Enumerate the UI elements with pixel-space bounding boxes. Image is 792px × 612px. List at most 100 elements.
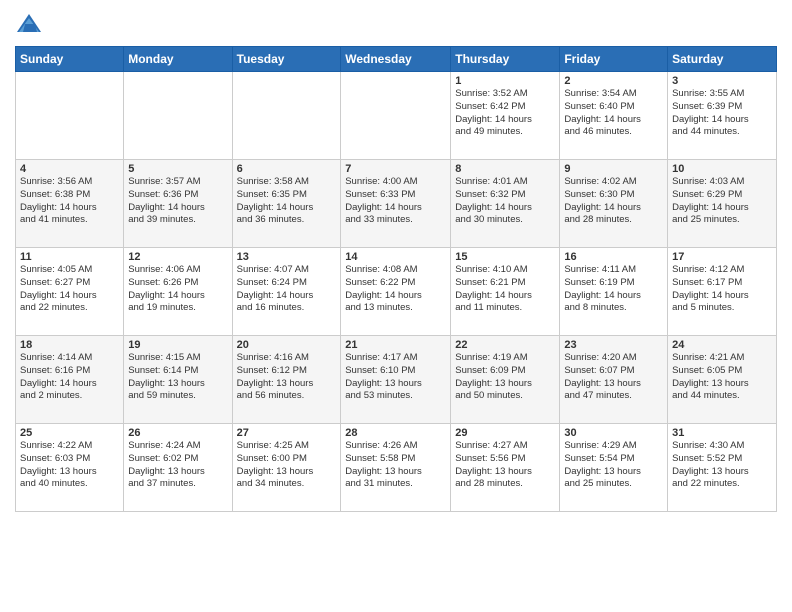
day-info: Sunrise: 4:06 AM Sunset: 6:26 PM Dayligh… xyxy=(128,264,227,315)
calendar-cell: 10Sunrise: 4:03 AM Sunset: 6:29 PM Dayli… xyxy=(668,160,777,248)
day-number: 2 xyxy=(564,75,663,87)
day-number: 6 xyxy=(237,163,337,175)
weekday-header-friday: Friday xyxy=(560,47,668,72)
calendar-cell: 26Sunrise: 4:24 AM Sunset: 6:02 PM Dayli… xyxy=(124,424,232,512)
day-info: Sunrise: 4:22 AM Sunset: 6:03 PM Dayligh… xyxy=(20,440,119,491)
week-row-5: 25Sunrise: 4:22 AM Sunset: 6:03 PM Dayli… xyxy=(16,424,777,512)
day-number: 18 xyxy=(20,339,119,351)
calendar-cell: 17Sunrise: 4:12 AM Sunset: 6:17 PM Dayli… xyxy=(668,248,777,336)
day-info: Sunrise: 4:27 AM Sunset: 5:56 PM Dayligh… xyxy=(455,440,555,491)
calendar-cell: 11Sunrise: 4:05 AM Sunset: 6:27 PM Dayli… xyxy=(16,248,124,336)
day-info: Sunrise: 4:03 AM Sunset: 6:29 PM Dayligh… xyxy=(672,176,772,227)
week-row-1: 1Sunrise: 3:52 AM Sunset: 6:42 PM Daylig… xyxy=(16,72,777,160)
day-number: 22 xyxy=(455,339,555,351)
logo-icon xyxy=(15,10,43,38)
calendar-cell: 3Sunrise: 3:55 AM Sunset: 6:39 PM Daylig… xyxy=(668,72,777,160)
day-info: Sunrise: 4:29 AM Sunset: 5:54 PM Dayligh… xyxy=(564,440,663,491)
day-number: 12 xyxy=(128,251,227,263)
day-info: Sunrise: 4:07 AM Sunset: 6:24 PM Dayligh… xyxy=(237,264,337,315)
day-number: 16 xyxy=(564,251,663,263)
day-info: Sunrise: 4:16 AM Sunset: 6:12 PM Dayligh… xyxy=(237,352,337,403)
day-number: 27 xyxy=(237,427,337,439)
day-info: Sunrise: 3:56 AM Sunset: 6:38 PM Dayligh… xyxy=(20,176,119,227)
header xyxy=(15,10,777,38)
day-info: Sunrise: 3:58 AM Sunset: 6:35 PM Dayligh… xyxy=(237,176,337,227)
day-number: 13 xyxy=(237,251,337,263)
calendar-cell: 18Sunrise: 4:14 AM Sunset: 6:16 PM Dayli… xyxy=(16,336,124,424)
day-number: 29 xyxy=(455,427,555,439)
calendar-cell xyxy=(341,72,451,160)
day-number: 15 xyxy=(455,251,555,263)
day-number: 24 xyxy=(672,339,772,351)
calendar-cell: 27Sunrise: 4:25 AM Sunset: 6:00 PM Dayli… xyxy=(232,424,341,512)
day-number: 20 xyxy=(237,339,337,351)
calendar-cell: 13Sunrise: 4:07 AM Sunset: 6:24 PM Dayli… xyxy=(232,248,341,336)
day-number: 31 xyxy=(672,427,772,439)
day-info: Sunrise: 3:55 AM Sunset: 6:39 PM Dayligh… xyxy=(672,88,772,139)
calendar-cell: 25Sunrise: 4:22 AM Sunset: 6:03 PM Dayli… xyxy=(16,424,124,512)
weekday-header-monday: Monday xyxy=(124,47,232,72)
day-number: 1 xyxy=(455,75,555,87)
day-info: Sunrise: 4:00 AM Sunset: 6:33 PM Dayligh… xyxy=(345,176,446,227)
day-number: 26 xyxy=(128,427,227,439)
calendar-cell xyxy=(16,72,124,160)
day-info: Sunrise: 4:21 AM Sunset: 6:05 PM Dayligh… xyxy=(672,352,772,403)
calendar-cell xyxy=(124,72,232,160)
week-row-3: 11Sunrise: 4:05 AM Sunset: 6:27 PM Dayli… xyxy=(16,248,777,336)
day-info: Sunrise: 4:02 AM Sunset: 6:30 PM Dayligh… xyxy=(564,176,663,227)
weekday-header-thursday: Thursday xyxy=(451,47,560,72)
day-info: Sunrise: 4:05 AM Sunset: 6:27 PM Dayligh… xyxy=(20,264,119,315)
day-info: Sunrise: 4:19 AM Sunset: 6:09 PM Dayligh… xyxy=(455,352,555,403)
day-number: 28 xyxy=(345,427,446,439)
day-number: 30 xyxy=(564,427,663,439)
day-number: 5 xyxy=(128,163,227,175)
calendar-cell: 24Sunrise: 4:21 AM Sunset: 6:05 PM Dayli… xyxy=(668,336,777,424)
day-info: Sunrise: 4:24 AM Sunset: 6:02 PM Dayligh… xyxy=(128,440,227,491)
logo xyxy=(15,10,47,38)
calendar-cell: 14Sunrise: 4:08 AM Sunset: 6:22 PM Dayli… xyxy=(341,248,451,336)
day-info: Sunrise: 4:17 AM Sunset: 6:10 PM Dayligh… xyxy=(345,352,446,403)
day-number: 21 xyxy=(345,339,446,351)
calendar-cell: 4Sunrise: 3:56 AM Sunset: 6:38 PM Daylig… xyxy=(16,160,124,248)
day-info: Sunrise: 3:52 AM Sunset: 6:42 PM Dayligh… xyxy=(455,88,555,139)
weekday-header-tuesday: Tuesday xyxy=(232,47,341,72)
calendar-cell: 6Sunrise: 3:58 AM Sunset: 6:35 PM Daylig… xyxy=(232,160,341,248)
day-info: Sunrise: 4:12 AM Sunset: 6:17 PM Dayligh… xyxy=(672,264,772,315)
calendar-cell: 29Sunrise: 4:27 AM Sunset: 5:56 PM Dayli… xyxy=(451,424,560,512)
day-number: 8 xyxy=(455,163,555,175)
weekday-header-row: SundayMondayTuesdayWednesdayThursdayFrid… xyxy=(16,47,777,72)
day-number: 23 xyxy=(564,339,663,351)
week-row-4: 18Sunrise: 4:14 AM Sunset: 6:16 PM Dayli… xyxy=(16,336,777,424)
day-info: Sunrise: 4:14 AM Sunset: 6:16 PM Dayligh… xyxy=(20,352,119,403)
calendar-cell: 5Sunrise: 3:57 AM Sunset: 6:36 PM Daylig… xyxy=(124,160,232,248)
day-number: 4 xyxy=(20,163,119,175)
day-number: 11 xyxy=(20,251,119,263)
day-info: Sunrise: 4:30 AM Sunset: 5:52 PM Dayligh… xyxy=(672,440,772,491)
calendar-cell: 28Sunrise: 4:26 AM Sunset: 5:58 PM Dayli… xyxy=(341,424,451,512)
calendar-cell: 15Sunrise: 4:10 AM Sunset: 6:21 PM Dayli… xyxy=(451,248,560,336)
day-number: 9 xyxy=(564,163,663,175)
day-number: 3 xyxy=(672,75,772,87)
calendar-cell: 1Sunrise: 3:52 AM Sunset: 6:42 PM Daylig… xyxy=(451,72,560,160)
day-info: Sunrise: 4:10 AM Sunset: 6:21 PM Dayligh… xyxy=(455,264,555,315)
day-info: Sunrise: 3:54 AM Sunset: 6:40 PM Dayligh… xyxy=(564,88,663,139)
weekday-header-sunday: Sunday xyxy=(16,47,124,72)
calendar-cell: 31Sunrise: 4:30 AM Sunset: 5:52 PM Dayli… xyxy=(668,424,777,512)
calendar-cell: 20Sunrise: 4:16 AM Sunset: 6:12 PM Dayli… xyxy=(232,336,341,424)
calendar-cell: 30Sunrise: 4:29 AM Sunset: 5:54 PM Dayli… xyxy=(560,424,668,512)
calendar-cell: 23Sunrise: 4:20 AM Sunset: 6:07 PM Dayli… xyxy=(560,336,668,424)
page: SundayMondayTuesdayWednesdayThursdayFrid… xyxy=(0,0,792,612)
day-number: 7 xyxy=(345,163,446,175)
calendar-cell: 19Sunrise: 4:15 AM Sunset: 6:14 PM Dayli… xyxy=(124,336,232,424)
day-info: Sunrise: 4:25 AM Sunset: 6:00 PM Dayligh… xyxy=(237,440,337,491)
day-number: 10 xyxy=(672,163,772,175)
day-info: Sunrise: 4:26 AM Sunset: 5:58 PM Dayligh… xyxy=(345,440,446,491)
calendar-cell: 8Sunrise: 4:01 AM Sunset: 6:32 PM Daylig… xyxy=(451,160,560,248)
calendar-cell: 21Sunrise: 4:17 AM Sunset: 6:10 PM Dayli… xyxy=(341,336,451,424)
day-info: Sunrise: 4:08 AM Sunset: 6:22 PM Dayligh… xyxy=(345,264,446,315)
calendar: SundayMondayTuesdayWednesdayThursdayFrid… xyxy=(15,46,777,512)
calendar-cell: 12Sunrise: 4:06 AM Sunset: 6:26 PM Dayli… xyxy=(124,248,232,336)
day-info: Sunrise: 4:01 AM Sunset: 6:32 PM Dayligh… xyxy=(455,176,555,227)
weekday-header-wednesday: Wednesday xyxy=(341,47,451,72)
day-info: Sunrise: 4:20 AM Sunset: 6:07 PM Dayligh… xyxy=(564,352,663,403)
